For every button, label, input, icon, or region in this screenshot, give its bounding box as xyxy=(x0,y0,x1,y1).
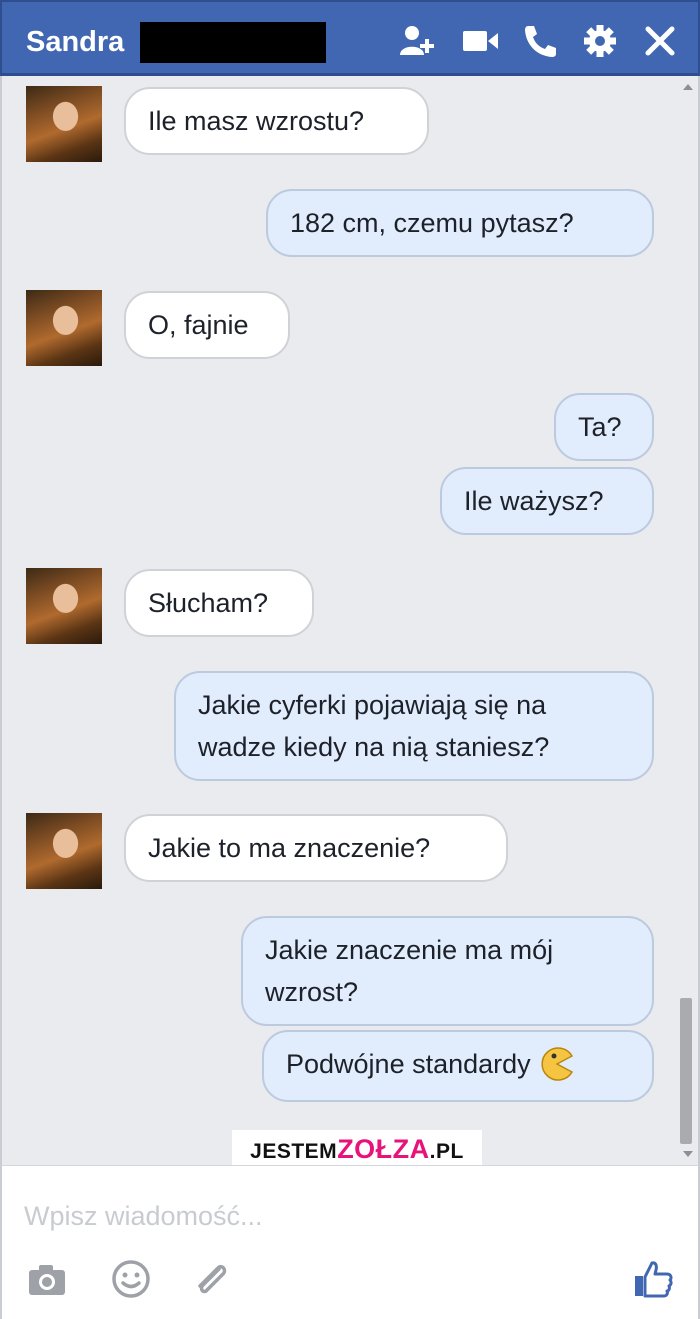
scrollbar[interactable] xyxy=(678,76,698,1165)
paperclip-icon[interactable] xyxy=(190,1258,232,1300)
composer xyxy=(0,1165,700,1319)
chat-header: Sandra xyxy=(0,0,700,76)
message-outgoing: Ile ważysz? xyxy=(440,467,654,535)
gear-icon[interactable] xyxy=(580,22,620,60)
add-friend-icon[interactable] xyxy=(398,22,438,60)
phone-icon[interactable] xyxy=(520,22,560,60)
watermark-logo: JESTEMZOŁZA.PL xyxy=(232,1130,482,1168)
scroll-down-arrow-icon[interactable] xyxy=(683,1151,693,1157)
camera-icon[interactable] xyxy=(26,1258,68,1300)
contact-avatar[interactable] xyxy=(26,290,102,366)
message-outgoing: Ta? xyxy=(554,393,654,461)
message-incoming: Słucham? xyxy=(124,569,314,637)
close-icon[interactable] xyxy=(640,22,680,60)
contact-avatar[interactable] xyxy=(26,813,102,889)
smiley-icon[interactable] xyxy=(110,1258,152,1300)
message-outgoing: Jakie znaczenie ma mój wzrost? xyxy=(241,916,654,1026)
redacted-surname xyxy=(140,22,326,63)
contact-avatar[interactable] xyxy=(26,86,102,162)
message-outgoing: 182 cm, czemu pytasz? xyxy=(266,189,654,257)
video-call-icon[interactable] xyxy=(460,22,500,60)
message-outgoing: Podwójne standardy xyxy=(262,1030,654,1102)
pacman-emoji xyxy=(539,1046,575,1082)
scrollbar-thumb[interactable] xyxy=(680,998,692,1144)
message-incoming: O, fajnie xyxy=(124,291,290,359)
message-list[interactable]: Ile masz wzrostu? 182 cm, czemu pytasz? … xyxy=(0,76,700,1165)
scroll-up-arrow-icon[interactable] xyxy=(683,84,693,90)
thumbs-up-icon[interactable] xyxy=(632,1258,674,1300)
message-incoming: Ile masz wzrostu? xyxy=(124,87,429,155)
contact-name[interactable]: Sandra xyxy=(26,26,124,58)
contact-avatar[interactable] xyxy=(26,568,102,644)
message-outgoing: Jakie cyferki pojawiają się na wadze kie… xyxy=(174,671,654,781)
message-input[interactable] xyxy=(24,1194,624,1238)
message-incoming: Jakie to ma znaczenie? xyxy=(124,814,508,882)
